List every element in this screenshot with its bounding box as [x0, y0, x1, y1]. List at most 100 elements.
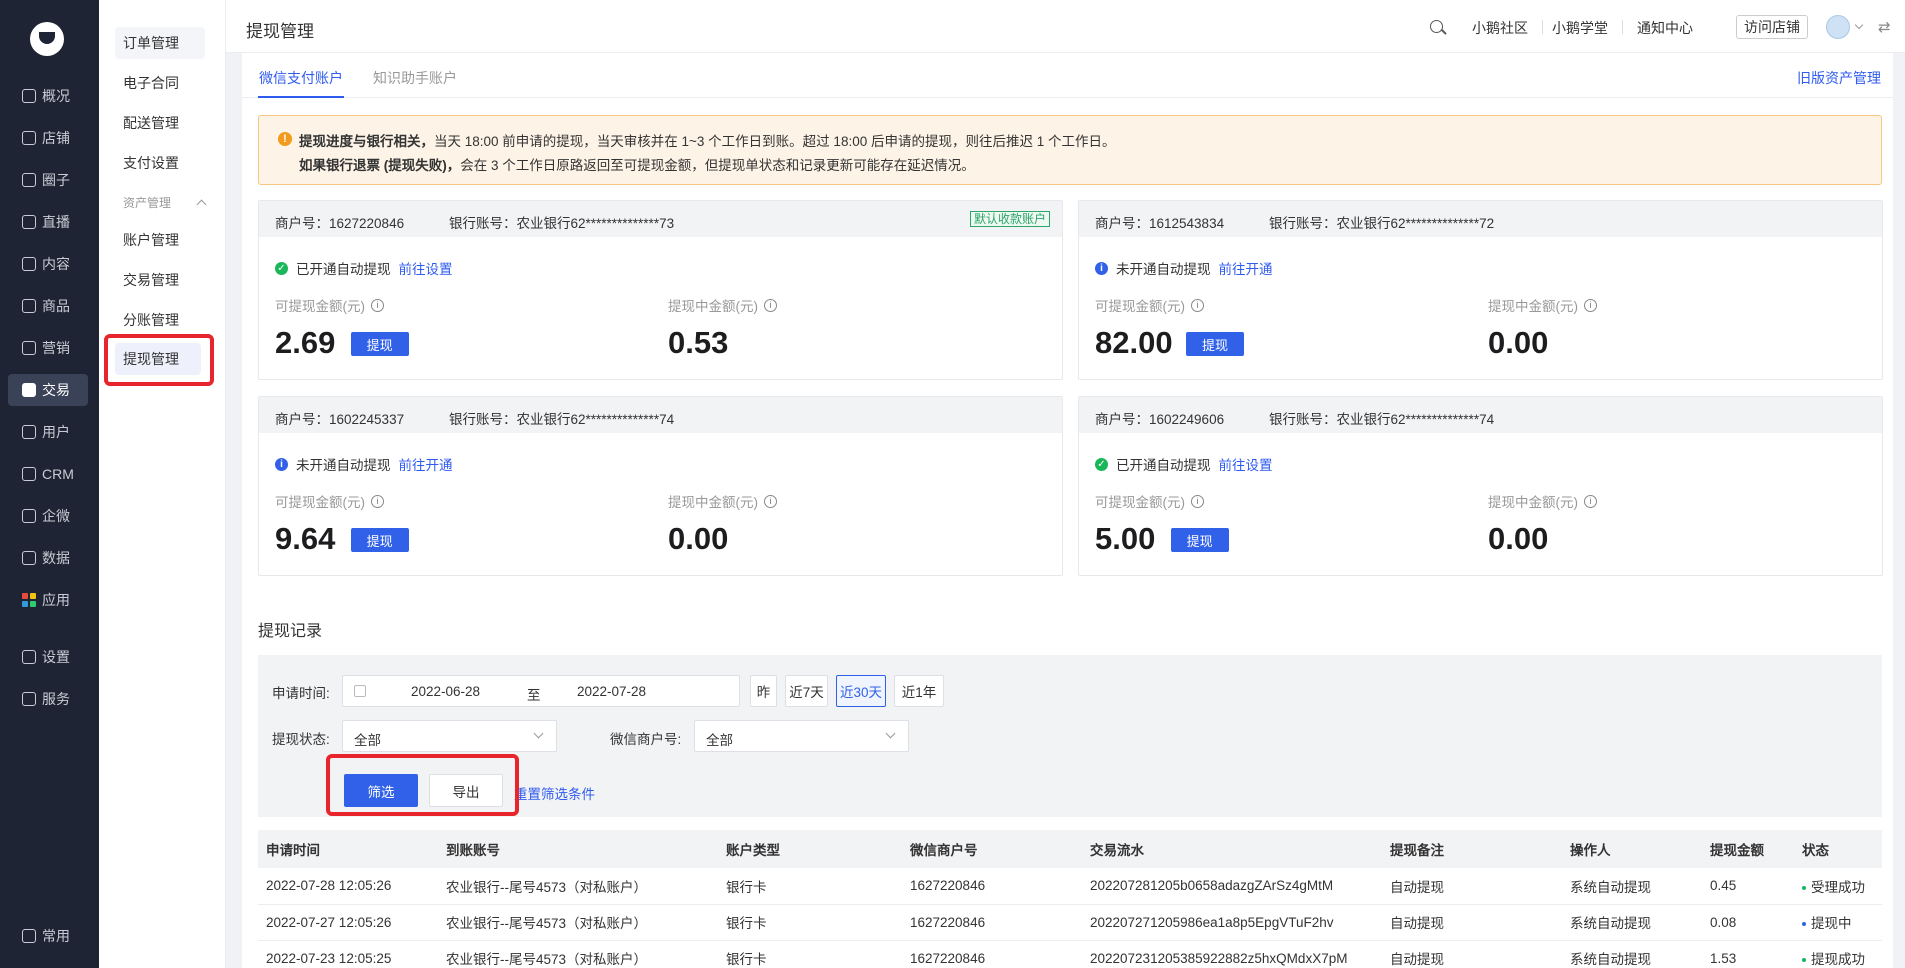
quick-yesterday-button[interactable]: 昨 — [750, 675, 777, 707]
info-icon[interactable]: i — [1191, 298, 1204, 312]
crm-icon — [22, 467, 36, 481]
nav-item-store[interactable]: 店铺 — [8, 122, 88, 154]
notice-line-1-bold: 提现进度与银行相关， — [299, 134, 434, 149]
live-icon — [22, 215, 36, 229]
date-range-picker[interactable]: 2022-06-28 至 2022-07-28 — [342, 675, 740, 707]
date-from[interactable]: 2022-06-28 — [411, 684, 480, 699]
app-logo[interactable] — [30, 22, 64, 56]
menu-icon — [22, 929, 36, 943]
cell-type: 银行卡 — [718, 868, 902, 905]
nav-item-label: 营销 — [42, 340, 70, 356]
nav-item-dashboard[interactable]: 概况 — [8, 80, 88, 112]
header-link-notifications[interactable]: 通知中心 — [1637, 18, 1693, 38]
main-nav: 概况店铺圈子直播内容商品营销交易用户 CRM 企微数据应用设置服务常用 — [0, 0, 99, 968]
withdraw-button[interactable]: 提现 — [1170, 528, 1229, 552]
nav-item-data[interactable]: 数据 — [8, 542, 88, 574]
cell-amount: 0.08 — [1702, 904, 1794, 941]
auto-withdraw-link[interactable]: 前往设置 — [399, 258, 453, 278]
avatar[interactable] — [1826, 15, 1850, 39]
nav-item-marketing[interactable]: 营销 — [8, 332, 88, 364]
column-header: 交易流水 — [1082, 830, 1382, 868]
merchant-id: 商户号：1602245337 — [275, 412, 405, 427]
account-card-header: 商户号：1612543834 银行账号：农业银行62**************7… — [1079, 201, 1882, 237]
search-icon[interactable] — [1430, 20, 1443, 33]
merchant-select-value: 全部 — [706, 733, 733, 748]
cell-time: 2022-07-28 12:05:26 — [258, 868, 438, 905]
column-header: 提现金额 — [1702, 830, 1794, 868]
switch-icon[interactable]: ⇄ — [1878, 18, 1891, 36]
available-amount-label: 可提现金额(元) i — [1095, 491, 1204, 511]
date-to[interactable]: 2022-07-28 — [577, 684, 646, 699]
withdraw-button[interactable]: 提现 — [1186, 332, 1244, 356]
warning-icon: ! — [278, 132, 292, 146]
reset-filter-link[interactable]: 重置筛选条件 — [514, 783, 595, 803]
nav-item-apps[interactable]: 应用 — [8, 584, 88, 616]
chevron-down-icon[interactable] — [1854, 20, 1864, 30]
status-select[interactable]: 全部 — [342, 720, 557, 752]
user-icon — [22, 425, 36, 439]
nav-item-live[interactable]: 直播 — [8, 206, 88, 238]
info-icon[interactable]: i — [1584, 494, 1597, 508]
nav-item-user[interactable]: 用户 — [8, 416, 88, 448]
info-icon[interactable]: i — [371, 298, 384, 312]
available-amount: 9.64 — [275, 521, 336, 556]
withdraw-records-table: 申请时间 到账账号 账户类型 微信商户号 交易流水 提现备注 操作人 提现金额 状态 2022-… — [258, 830, 1882, 968]
visit-store-button[interactable]: 访问店铺 — [1736, 15, 1808, 39]
cell-time: 2022-07-27 12:05:26 — [258, 904, 438, 941]
merchant-select[interactable]: 全部 — [694, 720, 909, 752]
table-row[interactable]: 2022-07-28 12:05:26 农业银行--尾号4573（对私账户） 银行卡… — [258, 868, 1882, 905]
nav-item-trade[interactable]: 交易 — [8, 374, 88, 406]
table-row[interactable]: 2022-07-27 12:05:26 农业银行--尾号4573（对私账户） 银行卡… — [258, 904, 1882, 941]
divider — [1622, 20, 1623, 34]
info-icon[interactable]: i — [1584, 298, 1597, 312]
info-icon[interactable]: i — [764, 494, 777, 508]
cell-time: 2022-07-23 12:05:25 — [258, 940, 438, 968]
withdraw-button[interactable]: 提现 — [350, 528, 409, 552]
auto-withdraw-link[interactable]: 前往开通 — [399, 454, 453, 474]
auto-withdraw-link[interactable]: 前往开通 — [1219, 258, 1273, 278]
cell-type: 银行卡 — [718, 904, 902, 941]
auto-withdraw-link[interactable]: 前往设置 — [1219, 454, 1273, 474]
header-link-academy[interactable]: 小鹅学堂 — [1552, 18, 1608, 38]
nav-item-content[interactable]: 内容 — [8, 248, 88, 280]
table-row[interactable]: 2022-07-23 12:05:25 农业银行--尾号4573（对私账户） 银行卡… — [258, 940, 1882, 968]
info-icon[interactable]: i — [1191, 494, 1204, 508]
auto-withdraw-status: i 未开通自动提现 前往开通 — [1095, 258, 1273, 278]
status-select-value: 全部 — [354, 733, 381, 748]
nav-item-community[interactable]: 圈子 — [8, 164, 88, 196]
main-content: 微信支付账户 知识助手账户 旧版资产管理 ! 提现进度与银行相关，当天 18:0… — [242, 53, 1893, 968]
available-amount: 5.00 — [1095, 521, 1156, 556]
cell-merchant: 1627220846 — [902, 940, 1082, 968]
nav-item-menu[interactable]: 常用 — [8, 920, 88, 952]
header-link-community[interactable]: 小鹅社区 — [1472, 18, 1528, 38]
quick-30days-button[interactable]: 近30天 — [836, 675, 886, 707]
top-header: 提现管理 小鹅社区 小鹅学堂 通知中心 访问店铺 ⇄ — [226, 0, 1905, 53]
highlight-box-actions — [326, 754, 519, 816]
highlight-box-withdraw — [104, 334, 214, 386]
nav-item-crm[interactable]: CRM — [8, 458, 88, 490]
quick-1year-button[interactable]: 近1年 — [894, 675, 944, 707]
nav-item-label: 服务 — [42, 691, 70, 707]
content-icon — [22, 257, 36, 271]
nav-item-wecom[interactable]: 企微 — [8, 500, 88, 532]
withdraw-button[interactable]: 提现 — [350, 332, 409, 356]
account-card: 商户号：1602245337 银行账号：农业银行62**************7… — [258, 396, 1063, 576]
info-icon[interactable]: i — [371, 494, 384, 508]
pending-amount-label-text: 提现中金额(元) — [1488, 299, 1578, 314]
nav-item-label: 常用 — [42, 928, 70, 944]
tab-knowledge-assistant[interactable]: 知识助手账户 — [373, 68, 457, 88]
cell-remark: 自动提现 — [1382, 940, 1562, 968]
nav-item-service[interactable]: 服务 — [8, 683, 88, 715]
tab-wechat-pay[interactable]: 微信支付账户 — [258, 68, 344, 98]
subnav-item-orders[interactable]: 订单管理 — [115, 27, 205, 59]
available-amount: 2.69 — [275, 325, 336, 360]
info-icon[interactable]: i — [764, 298, 777, 312]
legacy-assets-link[interactable]: 旧版资产管理 — [1797, 68, 1881, 88]
nav-item-product[interactable]: 商品 — [8, 290, 88, 322]
cell-remark: 自动提现 — [1382, 904, 1562, 941]
trade-icon — [22, 383, 36, 397]
quick-7days-button[interactable]: 近7天 — [785, 675, 828, 707]
subnav-group-assets[interactable]: 资产管理 — [123, 194, 207, 211]
nav-item-label: 企微 — [42, 508, 70, 524]
nav-item-settings[interactable]: 设置 — [8, 641, 88, 673]
